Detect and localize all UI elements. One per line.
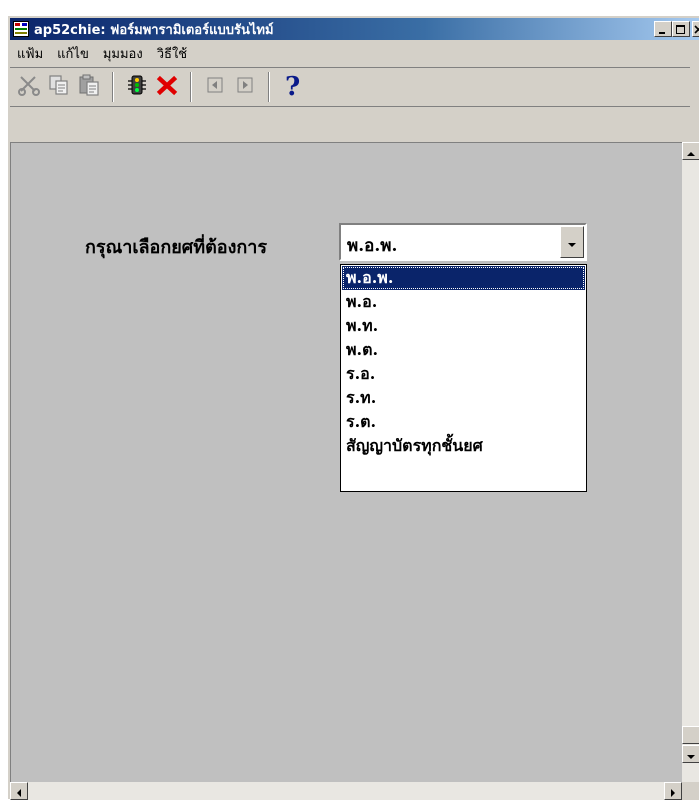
form-app-icon [13,21,29,37]
form-area: กรุณาเลือกยศที่ต้องการ พ.อ.พ. พ.อ.พ. พ.อ… [10,142,683,783]
next-button[interactable] [230,72,260,102]
minimize-icon [658,20,668,39]
rank-prompt-label: กรุณาเลือกยศที่ต้องการ [85,232,267,261]
cancel-button[interactable] [152,72,182,102]
scroll-up-icon [687,142,695,161]
rank-option[interactable]: ร.อ. [342,362,585,386]
help-icon: ? [281,71,305,103]
scroll-left-icon [16,782,22,801]
scroll-right-icon [670,782,676,801]
toolbar-separator [268,72,270,102]
run-icon [125,73,149,101]
rank-combobox[interactable]: พ.อ.พ. [339,223,587,261]
close-icon [694,20,699,39]
help-button[interactable]: ? [278,72,308,102]
chevron-down-icon [567,233,577,252]
rank-option[interactable]: สัญญาบัตรทุกชั้นยศ [342,434,585,458]
app-window: ap52chie: ฟอร์มพารามิเตอร์แบบรันไทม์ แฟ้… [7,15,699,799]
menu-edit[interactable]: แก้ไข [50,43,96,64]
toolbar-separator [112,72,114,102]
minimize-button[interactable] [654,21,672,37]
scroll-down-icon [687,745,695,764]
copy-icon [47,73,71,101]
prev-icon [205,75,225,99]
svg-text:?: ? [285,72,300,99]
previous-button[interactable] [200,72,230,102]
cut-button[interactable] [14,72,44,102]
menu-bar: แฟ้ม แก้ไข มุมมอง วิธีใช้ [10,42,699,64]
scroll-up-button[interactable] [682,142,699,160]
maximize-icon [676,20,686,39]
rank-option[interactable]: พ.ท. [342,314,585,338]
next-icon [235,75,255,99]
toolbar-separator [190,72,192,102]
dropdown-button[interactable] [560,226,584,258]
scroll-down-button[interactable] [682,745,699,763]
paste-icon [77,73,101,101]
title-bar[interactable]: ap52chie: ฟอร์มพารามิเตอร์แบบรันไทม์ [10,18,699,40]
vertical-scrollbar[interactable] [682,142,699,782]
rank-option[interactable]: พ.อ. [342,290,585,314]
menu-file[interactable]: แฟ้ม [10,43,50,64]
scroll-left-button[interactable] [10,782,28,800]
close-button[interactable] [692,21,699,37]
run-button[interactable] [122,72,152,102]
paste-button[interactable] [74,72,104,102]
menu-help[interactable]: วิธีใช้ [150,43,194,64]
rank-option[interactable]: พ.อ.พ. [342,266,585,290]
rank-option[interactable]: พ.ต. [342,338,585,362]
cancel-icon [155,73,179,101]
scroll-right-button[interactable] [664,782,682,800]
cut-icon [17,73,41,101]
copy-button[interactable] [44,72,74,102]
window-title: ap52chie: ฟอร์มพารามิเตอร์แบบรันไทม์ [34,19,274,40]
toolbar: ? [10,67,690,107]
rank-option[interactable]: ร.ท. [342,386,585,410]
rank-option[interactable]: ร.ต. [342,410,585,434]
rank-combobox-value: พ.อ.พ. [347,232,397,259]
vertical-scroll-thumb[interactable] [682,726,699,744]
scrollbar-corner [682,782,699,800]
menu-view[interactable]: มุมมอง [96,43,150,64]
horizontal-scrollbar[interactable] [10,782,682,800]
maximize-button[interactable] [672,21,690,37]
rank-dropdown-list: พ.อ.พ. พ.อ. พ.ท. พ.ต. ร.อ. ร.ท. ร.ต. สัญ… [340,264,587,492]
